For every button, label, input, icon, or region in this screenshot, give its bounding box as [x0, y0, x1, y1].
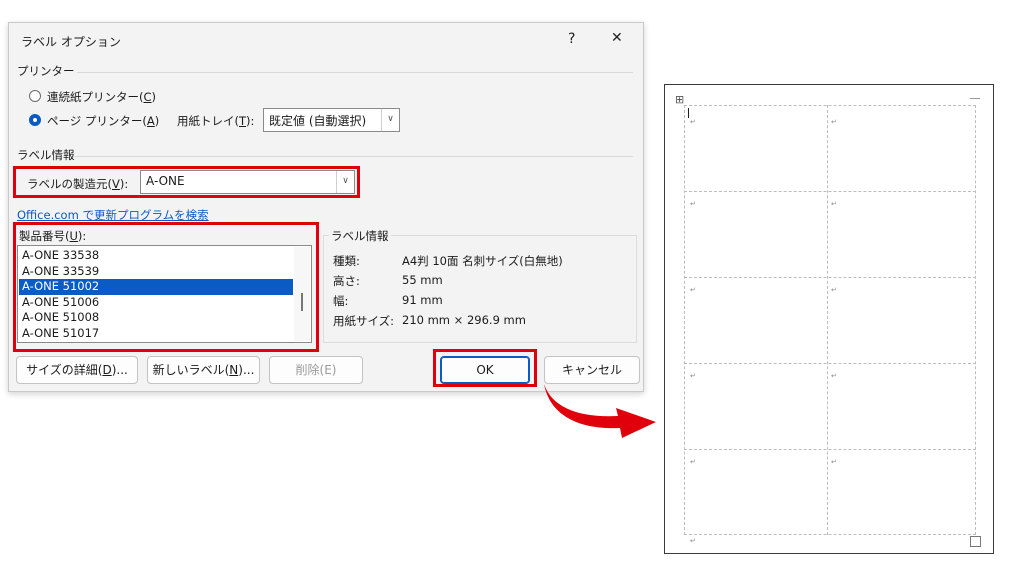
label-text: )	[154, 114, 160, 128]
details-group-label: ラベル情報	[329, 228, 391, 244]
type-label: 種類:	[333, 254, 360, 268]
label-divider	[684, 363, 976, 364]
type-value: A4判 10面 名刺サイズ(白無地)	[402, 254, 563, 268]
paper-size-label: 用紙サイズ:	[333, 314, 395, 328]
page-printer-radio[interactable]	[29, 114, 41, 126]
label-text: 製品番号(	[19, 229, 70, 243]
continuous-printer-label: 連続紙プリンター(C)	[47, 89, 156, 105]
product-label: 製品番号(U):	[19, 228, 86, 244]
printer-group-label: プリンター	[17, 64, 75, 78]
delete-button[interactable]: 削除(E)	[269, 356, 363, 384]
paragraph-mark: ↵	[831, 286, 837, 294]
paragraph-mark: ↵	[831, 118, 837, 126]
chevron-down-icon: ∨	[381, 109, 399, 131]
access-key: U	[69, 229, 78, 243]
vendor-value: A-ONE	[146, 174, 185, 188]
page-printer-label: ページ プリンター(A)	[47, 113, 159, 129]
label-divider	[827, 105, 828, 535]
chevron-down-icon: ∨	[336, 171, 354, 193]
button-text: )...	[111, 363, 128, 377]
label-divider	[684, 277, 976, 278]
paper-size-value: 210 mm × 296.9 mm	[402, 313, 526, 327]
paragraph-mark: ↵	[690, 372, 696, 380]
divider	[77, 72, 633, 73]
access-key: N	[229, 363, 239, 377]
paragraph-mark: ↵	[831, 458, 837, 466]
divider	[73, 156, 633, 157]
label-text: 用紙トレイ(	[177, 114, 239, 128]
help-button[interactable]: ?	[568, 31, 575, 47]
access-key: C	[143, 90, 152, 104]
new-label-button[interactable]: 新しいラベル(N)...	[147, 356, 260, 384]
margin-corner	[970, 98, 980, 99]
paragraph-mark: ↵	[690, 118, 696, 126]
label-text: ページ プリンター(	[47, 114, 147, 128]
access-key: V	[112, 177, 120, 191]
list-item-selected[interactable]: A-ONE 51002	[19, 279, 293, 295]
update-link[interactable]: Office.com で更新プログラムを検索	[17, 207, 209, 223]
scrollbar[interactable]	[294, 247, 310, 341]
access-key: A	[146, 114, 155, 128]
paragraph-mark: ↵	[831, 372, 837, 380]
move-handle-icon[interactable]: ⊞	[675, 93, 684, 106]
label-text: ):	[246, 114, 255, 128]
vendor-label: ラベルの製造元(V):	[27, 176, 128, 192]
label-options-dialog: ラベル オプション ? ✕ プリンター 連続紙プリンター(C) ページ プリンタ…	[8, 22, 644, 392]
resize-handle-icon[interactable]	[970, 536, 981, 547]
width-label: 幅:	[333, 294, 349, 308]
label-info-group-label: ラベル情報	[17, 148, 75, 162]
button-text: 新しいラベル(	[152, 363, 230, 377]
list-item[interactable]: A-ONE 51006	[19, 295, 293, 311]
scrollbar-thumb[interactable]	[301, 293, 303, 311]
label-divider	[684, 191, 976, 192]
paragraph-mark: ↵	[690, 200, 696, 208]
paragraph-mark: ↵	[690, 458, 696, 466]
continuous-printer-radio[interactable]	[29, 90, 41, 102]
text-cursor	[688, 108, 689, 118]
list-item[interactable]: A-ONE 33538	[19, 248, 293, 264]
close-button[interactable]: ✕	[611, 30, 623, 46]
paragraph-mark: ↵	[690, 286, 696, 294]
paragraph-mark: ↵	[690, 537, 696, 545]
list-item[interactable]: A-ONE 51017	[19, 326, 293, 342]
paper-tray-label: 用紙トレイ(T):	[177, 113, 254, 129]
vendor-select[interactable]: A-ONE ∨	[140, 170, 355, 194]
size-details-button[interactable]: サイズの詳細(D)...	[16, 356, 138, 384]
paper-tray-value: 既定値 (自動選択)	[269, 114, 367, 128]
button-text: サイズの詳細(	[26, 363, 103, 377]
label-text: ):	[119, 177, 129, 191]
access-key: T	[239, 114, 247, 128]
list-item[interactable]: A-ONE 33539	[19, 264, 293, 280]
list-item[interactable]: A-ONE 51008	[19, 310, 293, 326]
arrow-right-icon	[544, 384, 656, 438]
ok-button[interactable]: OK	[440, 356, 530, 384]
label-divider	[684, 449, 976, 450]
width-value: 91 mm	[402, 293, 443, 307]
label-text: ):	[77, 229, 87, 243]
paper-tray-select[interactable]: 既定値 (自動選択) ∨	[263, 108, 400, 132]
button-text: )...	[238, 363, 255, 377]
access-key: D	[102, 363, 112, 377]
dialog-title: ラベル オプション	[21, 35, 121, 49]
label-text: 連続紙プリンター(	[47, 90, 144, 104]
label-sheet	[684, 105, 976, 535]
product-listbox[interactable]: A-ONE 33538 A-ONE 33539 A-ONE 51002 A-ON…	[17, 245, 312, 343]
paragraph-mark: ↵	[831, 200, 837, 208]
label-text: ラベルの製造元(	[27, 177, 112, 191]
label-text: )	[151, 90, 157, 104]
height-value: 55 mm	[402, 273, 443, 287]
height-label: 高さ:	[333, 274, 360, 288]
